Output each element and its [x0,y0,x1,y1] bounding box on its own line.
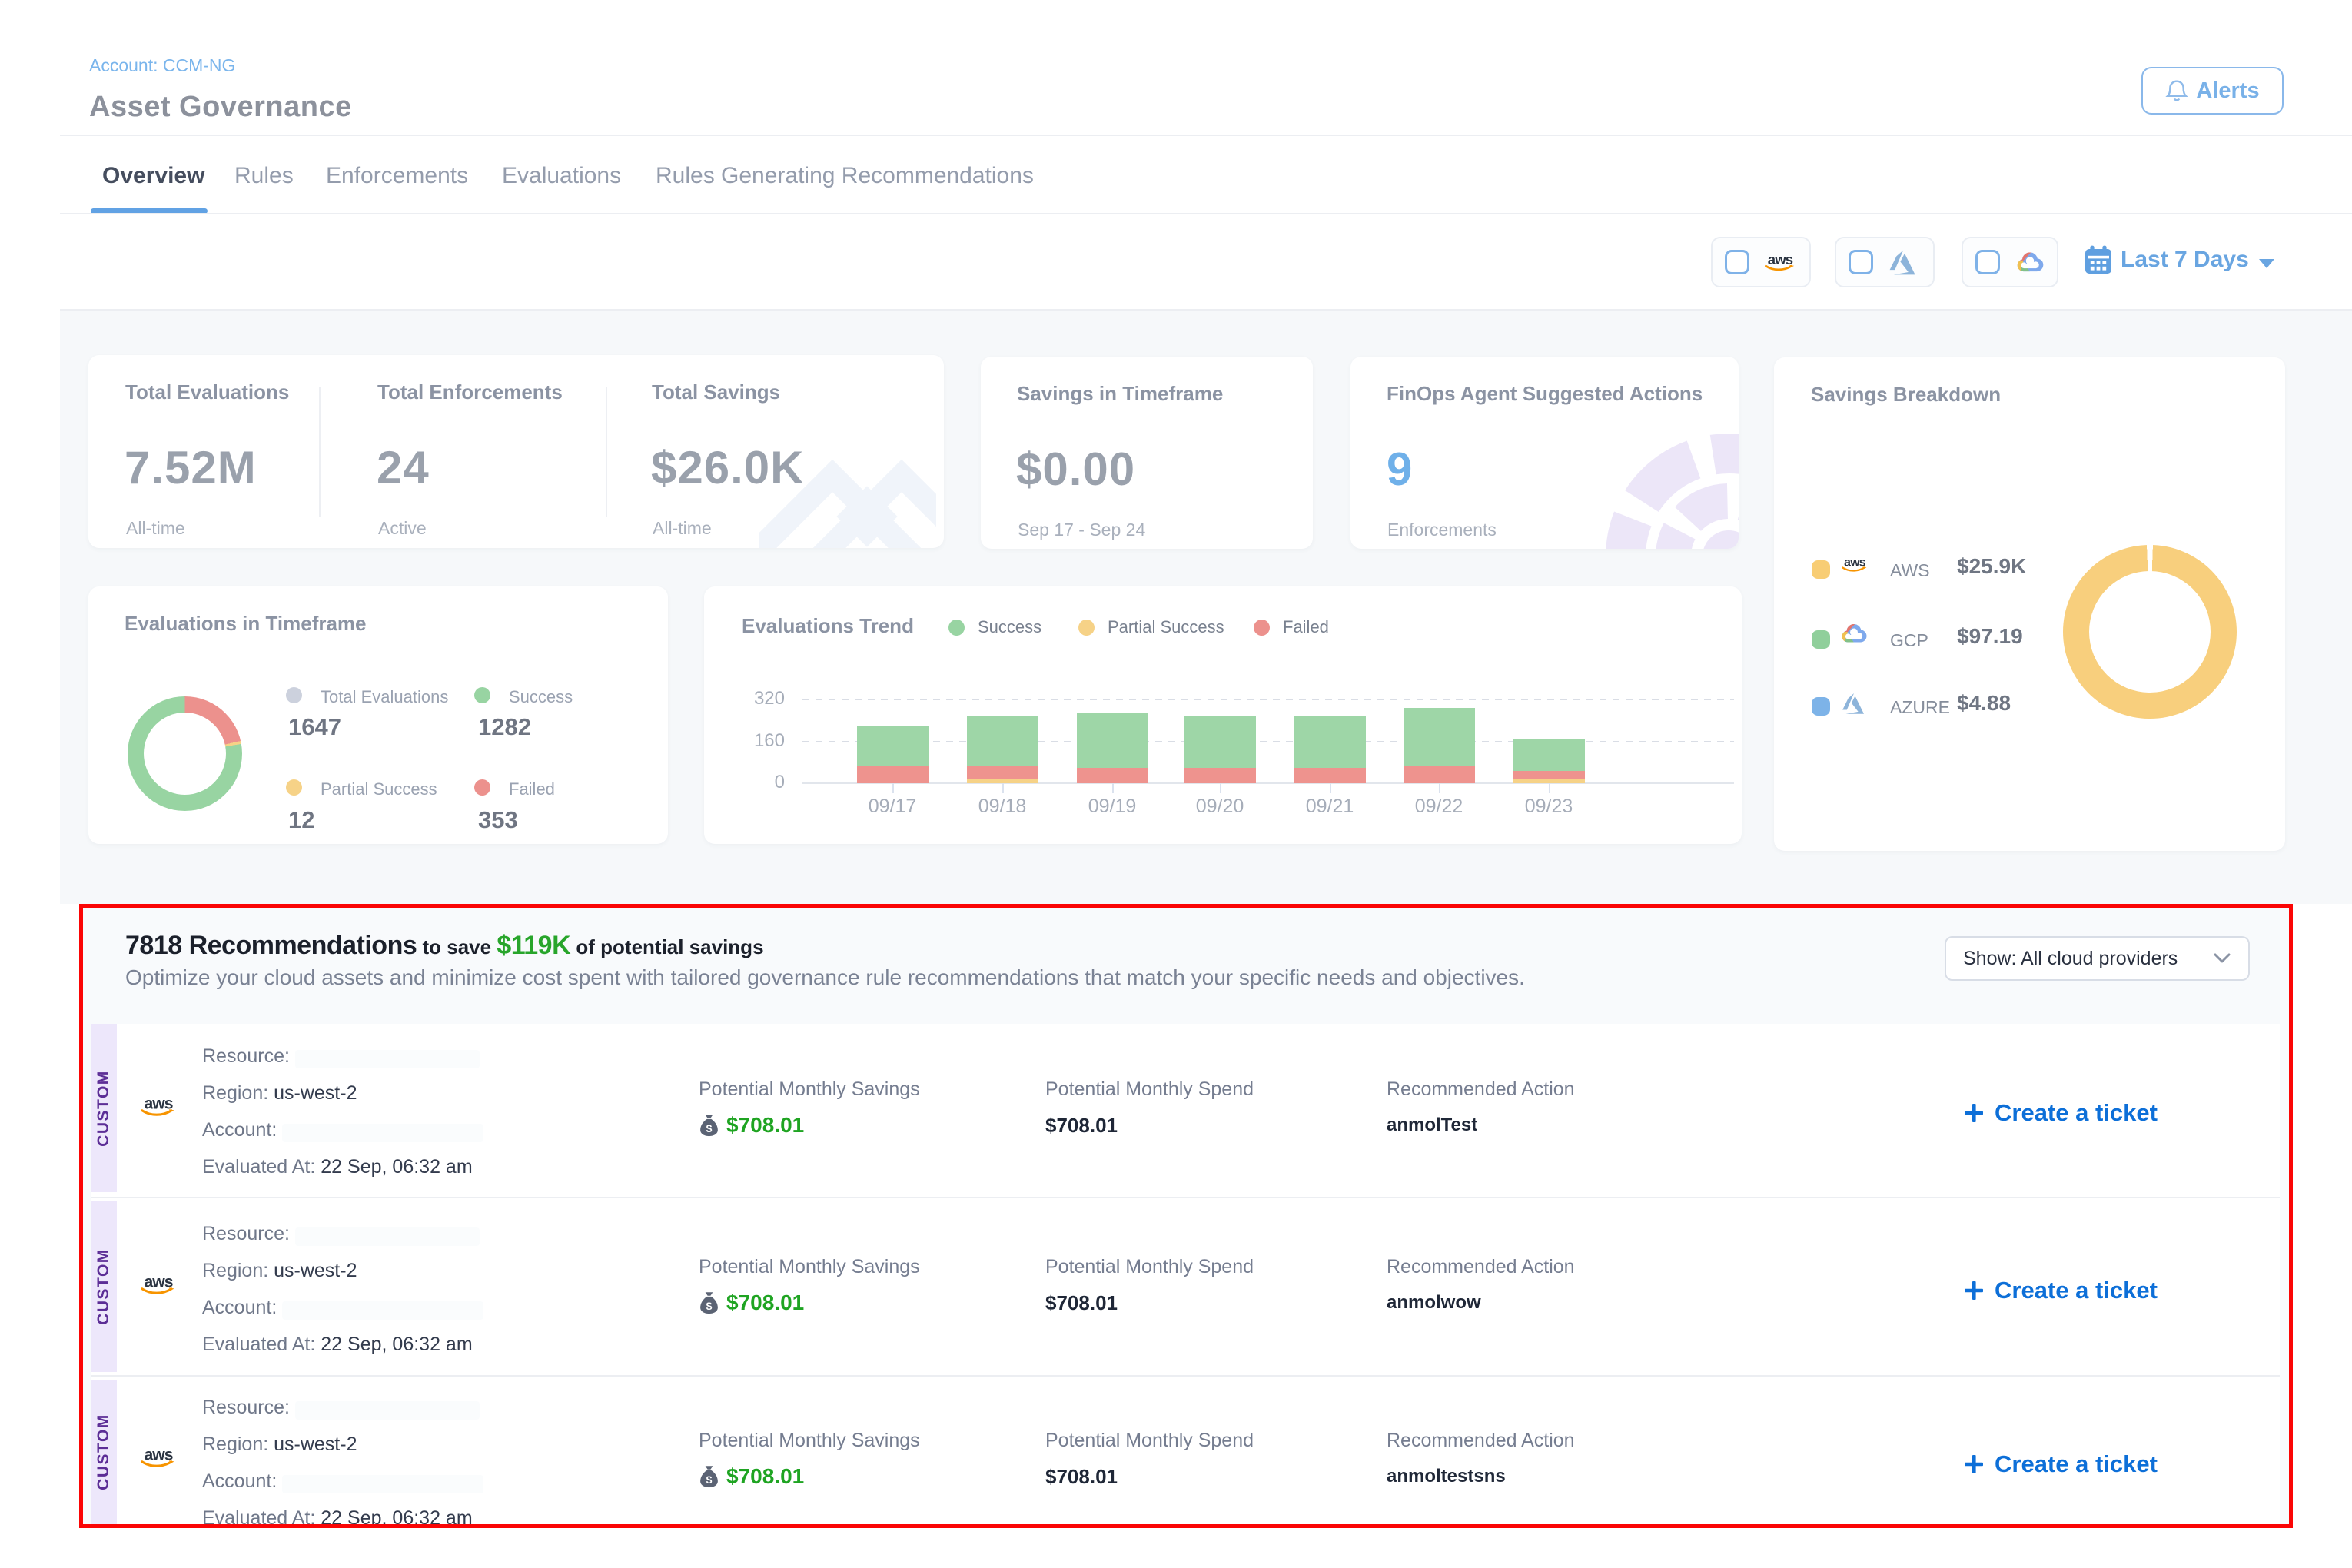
svg-text:$: $ [706,1122,713,1134]
svg-text:aws: aws [144,1095,172,1112]
svg-text:aws: aws [1768,252,1793,267]
svg-text:aws: aws [144,1446,172,1463]
svg-text:aws: aws [144,1273,172,1291]
svg-text:$: $ [706,1300,713,1312]
svg-text:aws: aws [1844,556,1866,570]
svg-text:$: $ [706,1473,713,1486]
